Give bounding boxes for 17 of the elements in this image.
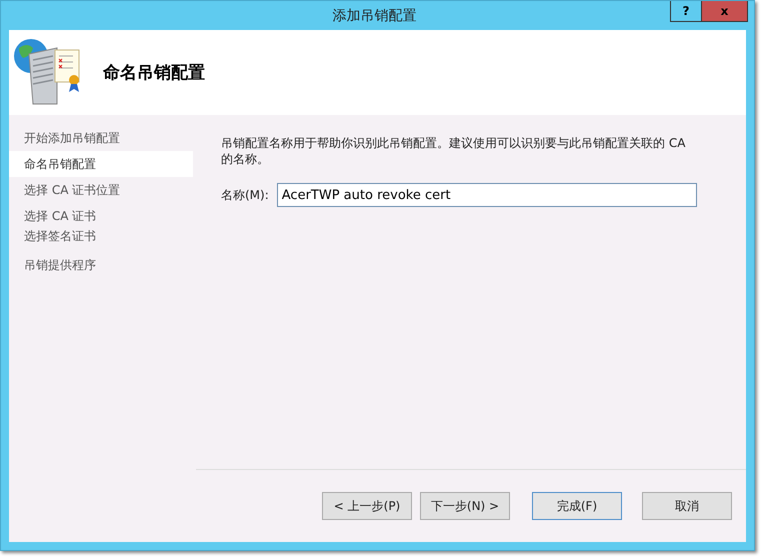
window-title: 添加吊销配置 [332, 7, 418, 26]
name-input-field[interactable]: AcerTWP auto revoke cert [276, 183, 697, 207]
description-text: 吊销配置名称用于帮助你识别此吊销配置。建议使用可以识别要与此吊销配置关联的 CA 的名称。 [221, 135, 686, 167]
wizard-step[interactable]: 吊销提供程序 [9, 252, 193, 278]
wizard-button[interactable]: < 上一步(P) [322, 492, 412, 520]
wizard-step[interactable]: 选择 CA 证书 [9, 203, 193, 226]
name-label: 名称(M): [221, 186, 269, 204]
wizard-step[interactable]: 开始添加吊销配置 [9, 125, 193, 151]
wizard-step[interactable]: 命名吊销配置 [9, 151, 193, 177]
wizard-button[interactable]: 下一步(N) > [420, 492, 510, 520]
close-button[interactable]: x [702, 1, 748, 22]
wizard-step[interactable]: 选择签名证书 [9, 226, 193, 252]
help-button[interactable]: ? [670, 1, 702, 22]
wizard-button[interactable]: 完成(F) [532, 492, 622, 520]
wizard-button[interactable]: 取消 [642, 492, 732, 520]
page-title: 命名吊销配置 [103, 62, 205, 84]
wizard-step[interactable]: 选择 CA 证书位置 [9, 177, 193, 203]
